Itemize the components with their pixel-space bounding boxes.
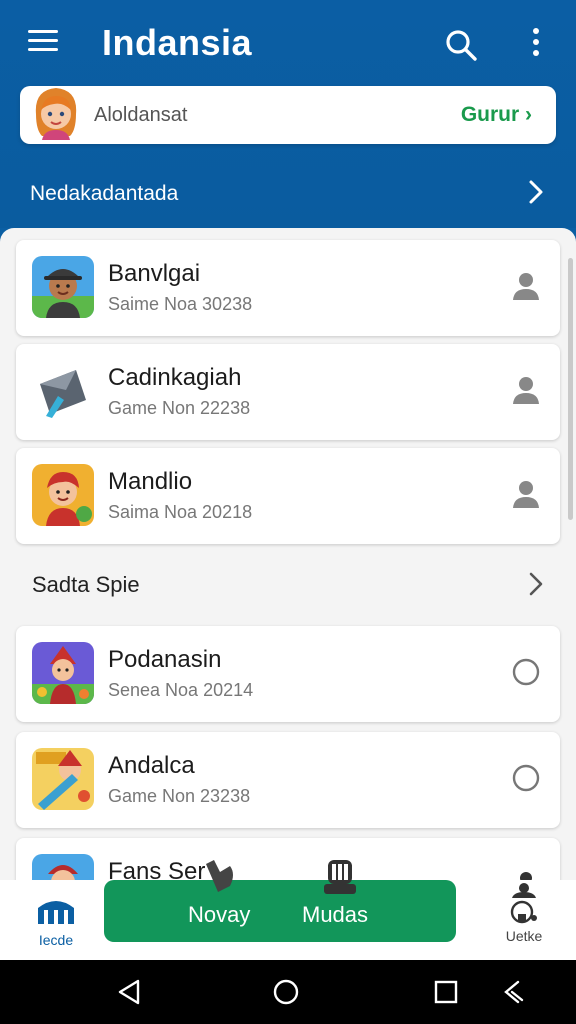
nav-home-tab[interactable]: Iecde — [32, 894, 80, 954]
game-list-item[interactable]: Fans Ser — [16, 838, 560, 880]
radio-circle-icon[interactable] — [510, 656, 542, 688]
game-subtitle: Saima Noa 20218 — [108, 502, 253, 522]
game-thumbnail-icon — [32, 854, 94, 880]
bottom-navigation: Iecde Novay Mudas Uetke — [0, 880, 576, 960]
scrollbar[interactable] — [568, 258, 573, 520]
game-list-item[interactable]: Mandlio Saima Noa 20218 — [16, 448, 560, 544]
promo-banner[interactable]: Aloldansat Gurur › — [20, 86, 556, 144]
game-title: Cadinkagiah — [108, 364, 242, 391]
system-navigation-bar — [0, 960, 576, 1024]
game-subtitle: Game Non 23238 — [108, 786, 251, 806]
game-title: Banvlgai — [108, 260, 201, 287]
pill-right-label[interactable]: Mudas — [302, 902, 368, 928]
banner-text: Aloldansat — [94, 104, 188, 126]
game-title: Andalca — [108, 752, 195, 779]
recent-apps-icon[interactable] — [432, 978, 460, 1006]
accessibility-icon[interactable] — [500, 978, 526, 1006]
game-subtitle: Saime Noa 30238 — [108, 294, 253, 314]
radio-circle-icon[interactable] — [510, 762, 542, 794]
hand-cursor-icon — [206, 860, 233, 892]
gamepad-robot-icon — [324, 860, 356, 894]
game-thumbnail-icon — [32, 748, 94, 810]
hamburger-menu-icon[interactable] — [28, 30, 58, 60]
back-icon[interactable] — [116, 978, 142, 1006]
game-title: Podanasin — [108, 646, 222, 673]
more-vertical-icon[interactable] — [530, 28, 542, 62]
search-icon[interactable] — [444, 28, 478, 62]
game-thumbnail-icon — [32, 642, 94, 704]
profile-icon — [510, 883, 537, 924]
game-list-item[interactable]: Cadinkagiah Game Non 22238 — [16, 344, 560, 440]
person-icon[interactable] — [510, 374, 542, 406]
game-thumbnail-icon — [32, 464, 94, 526]
game-thumbnail-icon — [32, 360, 94, 422]
nav-home-label: Iecde — [38, 932, 74, 948]
game-subtitle: Senea Noa 20214 — [108, 680, 254, 700]
nav-action-pill[interactable]: Novay Mudas — [104, 880, 456, 942]
game-thumbnail-icon — [32, 256, 94, 318]
section-header-mid[interactable]: Sadta Spie — [32, 572, 140, 598]
app-bar: Indansia Aloldansat Gurur › Nedakadantad… — [0, 0, 576, 228]
pill-left-label[interactable]: Novay — [188, 902, 250, 928]
person-icon[interactable] — [510, 478, 542, 510]
chevron-right-icon[interactable] — [526, 178, 546, 206]
avatar-girl-icon — [35, 88, 77, 140]
app-title: Indansia — [102, 22, 253, 63]
home-icon — [38, 901, 74, 924]
game-subtitle: Game Non 22238 — [108, 398, 251, 418]
nav-profile-label: Uetke — [505, 928, 543, 944]
chevron-right-icon[interactable] — [526, 570, 546, 598]
nav-profile-tab[interactable]: Uetke — [494, 880, 554, 950]
game-list-item[interactable]: Andalca Game Non 23238 — [16, 732, 560, 828]
person-icon[interactable] — [510, 868, 542, 880]
game-title: Mandlio — [108, 468, 193, 495]
game-list-item[interactable]: Podanasin Senea Noa 20214 — [16, 626, 560, 722]
section-header-top[interactable]: Nedakadantada — [30, 182, 178, 206]
person-icon[interactable] — [510, 270, 542, 302]
content-sheet: Banvlgai Saime Noa 30238 Cadinkagiah Gam… — [0, 228, 576, 880]
banner-cta-link[interactable]: Gurur › — [461, 103, 532, 127]
game-title: Fans Ser — [108, 858, 206, 880]
home-circle-icon[interactable] — [272, 978, 300, 1006]
game-list-item[interactable]: Banvlgai Saime Noa 30238 — [16, 240, 560, 336]
